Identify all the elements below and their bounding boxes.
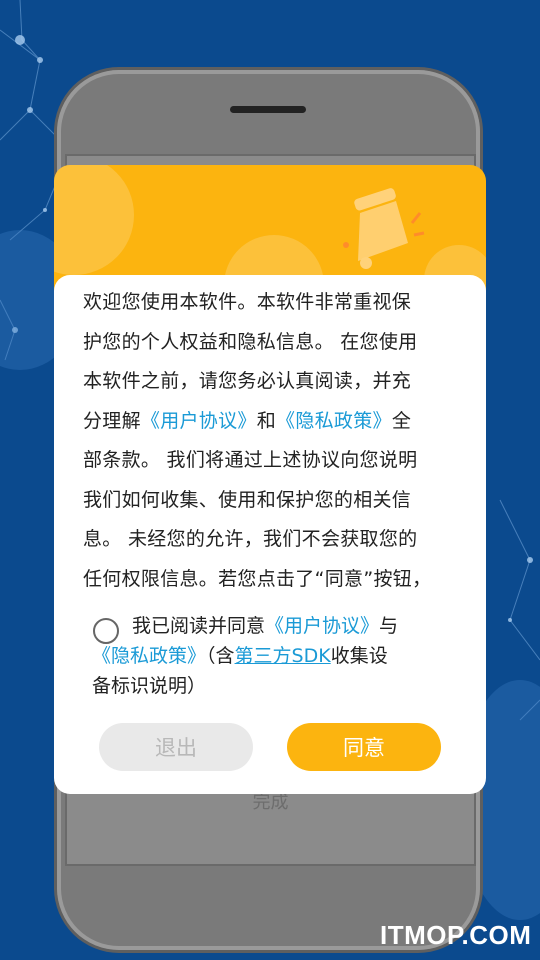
terms-line: 本软件之前，请您务必认真阅读，并充 [83, 370, 412, 392]
terms-text-fragment: 全 [391, 409, 412, 432]
exit-button[interactable]: 退出 [99, 723, 253, 771]
consent-text-fragment: 收集设 [330, 645, 388, 667]
terms-text[interactable]: 欢迎您使用本软件。本软件非常重视保 护您的个人权益和隐私信息。 在您使用 本软件… [83, 283, 453, 595]
consent-privacy-policy-link[interactable]: 《隐私政策》 [92, 645, 206, 667]
privacy-policy-link[interactable]: 《隐私政策》 [276, 410, 392, 432]
site-watermark: ITMOP.COM [380, 920, 532, 950]
terms-text-fragment: 和 [256, 409, 277, 432]
terms-line: 欢迎您使用本软件。本软件非常重视保 [83, 291, 412, 313]
consent-text-fragment: 我已阅读并同意 [132, 615, 266, 637]
privacy-dialog: 欢迎您使用本软件。本软件非常重视保 护您的个人权益和隐私信息。 在您使用 本软件… [54, 275, 486, 794]
terms-line: 部条款。 我们将通过上述协议向您说明 [83, 449, 418, 471]
terms-line: 我们如何收集、使用和保护您的相关信 [83, 488, 412, 511]
phone-speaker [230, 106, 306, 113]
third-party-sdk-link[interactable]: 第三方SDK [235, 645, 331, 667]
consent-text-fragment: 与 [379, 615, 399, 637]
terms-line: 任何权限信息。若您点击了“同意”按钮， [83, 567, 432, 590]
user-agreement-link[interactable]: 《用户协议》 [141, 410, 257, 432]
agree-button[interactable]: 同意 [287, 723, 441, 771]
consent-text-fragment: 备标识说明） [92, 675, 207, 697]
terms-line: 护您的个人权益和隐私信息。 在您使用 [83, 330, 418, 353]
terms-line: 分理解《用户协议》和《隐私政策》全 [83, 402, 453, 442]
bell-icon [343, 188, 425, 269]
terms-text-fragment: 分理解 [83, 409, 141, 432]
consent-text: 我已阅读并同意《用户协议》与 《隐私政策》（含第三方SDK收集设 备标识说明） [92, 611, 486, 701]
consent-user-agreement-link[interactable]: 《用户协议》 [265, 615, 379, 637]
consent-text-fragment: （含 [206, 645, 235, 667]
terms-line: 息。 未经您的允许，我们不会获取您的 [83, 528, 418, 550]
